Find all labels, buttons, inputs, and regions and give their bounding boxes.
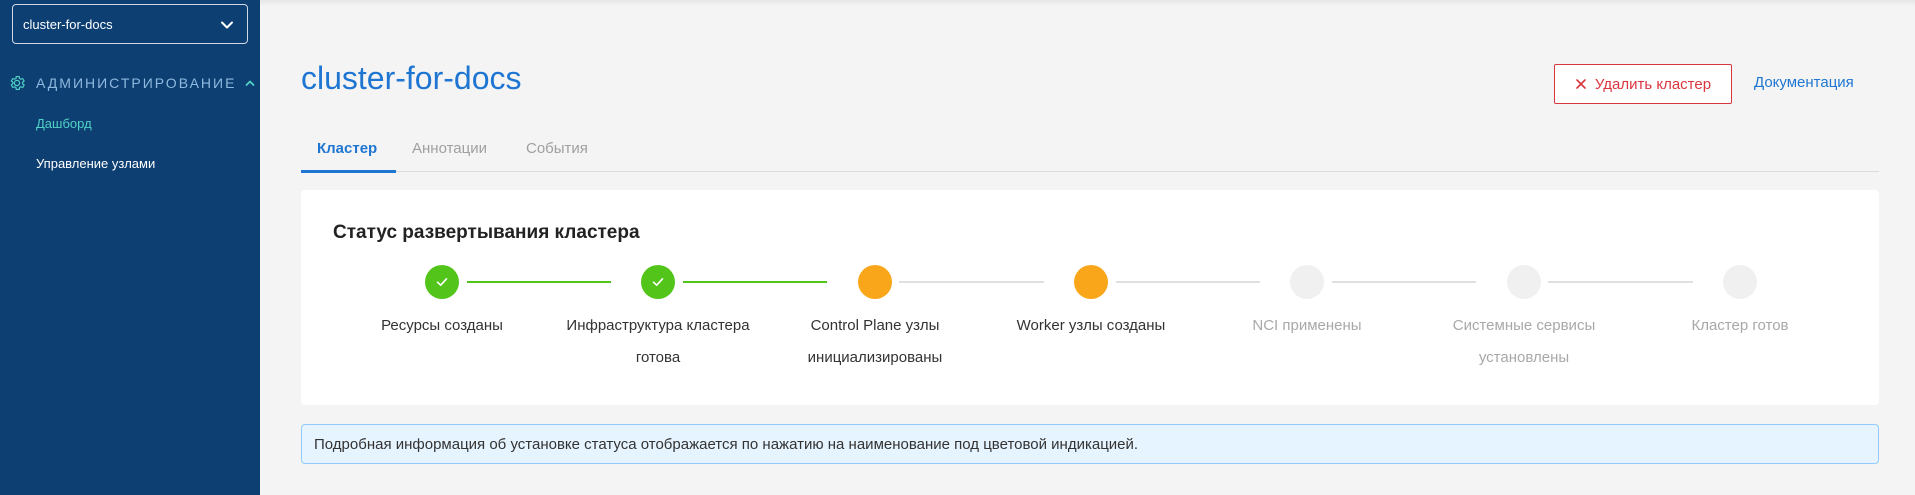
step-connector — [467, 281, 611, 283]
step-connector — [1116, 281, 1260, 283]
cluster-select-value: cluster-for-docs — [23, 16, 113, 32]
step-status-in-progress — [1074, 265, 1108, 299]
step-status-pending — [1290, 265, 1324, 299]
cluster-select[interactable]: cluster-for-docs — [12, 4, 248, 44]
tab-cluster[interactable]: Кластер — [317, 140, 377, 157]
step-label-resources[interactable]: Ресурсы созданы — [342, 310, 542, 342]
active-tab-indicator — [301, 170, 396, 173]
step-label-worker-nodes[interactable]: Worker узлы созданы — [991, 310, 1191, 342]
sidebar-item-dashboard[interactable]: Дашборд — [36, 116, 92, 131]
tab-bar: Кластер Аннотации События — [301, 128, 1879, 173]
info-alert: Подробная информация об установке статус… — [301, 424, 1879, 464]
sidebar: cluster-for-docs АДМИНИСТРИРОВАНИЕ Дашбо… — [0, 0, 260, 495]
close-icon — [1576, 79, 1586, 89]
step-label-system-services[interactable]: Системные сервисы установлены — [1424, 310, 1624, 374]
step-label-infrastructure[interactable]: Инфраструктура кластера готова — [558, 310, 758, 374]
nav-section-label: АДМИНИСТРИРОВАНИЕ — [36, 75, 237, 91]
info-alert-text: Подробная информация об установке статус… — [314, 435, 1139, 453]
top-bar — [260, 0, 1915, 6]
step-label-nci[interactable]: NCI применены — [1207, 310, 1407, 342]
step-status-done — [641, 265, 675, 299]
step-connector — [1332, 281, 1476, 283]
tab-events[interactable]: События — [526, 140, 588, 157]
page-title: cluster-for-docs — [301, 60, 522, 96]
check-icon — [652, 278, 664, 286]
chevron-up-icon — [246, 80, 255, 86]
delete-cluster-label: Удалить кластер — [1594, 75, 1712, 93]
step-label-cluster-ready[interactable]: Кластер готов — [1640, 310, 1840, 342]
card-title: Статус развертывания кластера — [333, 222, 640, 243]
tab-annotations[interactable]: Аннотации — [412, 140, 487, 157]
documentation-link[interactable]: Документация — [1754, 74, 1854, 91]
gear-icon — [10, 75, 25, 91]
step-status-done — [425, 265, 459, 299]
step-status-in-progress — [858, 265, 892, 299]
step-label-control-plane[interactable]: Control Plane узлы инициализированы — [775, 310, 975, 374]
step-connector — [1548, 281, 1693, 283]
step-status-pending — [1723, 265, 1757, 299]
step-connector — [683, 281, 827, 283]
chevron-down-icon — [221, 21, 233, 29]
step-status-pending — [1507, 265, 1541, 299]
nav-section-administration[interactable]: АДМИНИСТРИРОВАНИЕ — [8, 72, 256, 94]
delete-cluster-button[interactable]: Удалить кластер — [1554, 64, 1732, 104]
sidebar-item-node-management[interactable]: Управление узлами — [36, 156, 155, 171]
step-connector — [899, 281, 1044, 283]
check-icon — [436, 278, 448, 286]
deployment-status-card: Статус развертывания кластера Ресурсы со… — [301, 190, 1879, 405]
